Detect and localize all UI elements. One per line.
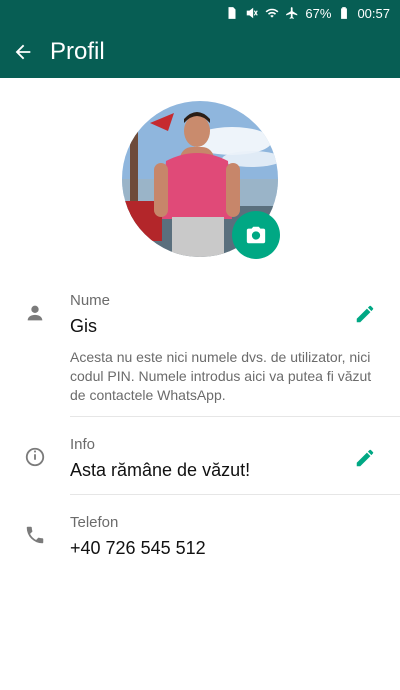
battery-percent: 67% (305, 5, 332, 21)
edit-name-button[interactable] (354, 303, 376, 325)
name-row[interactable]: Nume Gis Acesta nu este nici numele dvs.… (0, 292, 400, 416)
status-bar: 67% 00:57 (0, 0, 400, 26)
divider (70, 494, 400, 495)
sim-card-icon (225, 6, 239, 20)
camera-icon (246, 226, 266, 244)
info-row[interactable]: Info Asta rămâne de văzut! (0, 436, 400, 492)
person-icon (24, 302, 46, 324)
info-value: Asta rămâne de văzut! (70, 460, 251, 480)
info-icon (24, 446, 46, 468)
phone-icon (24, 524, 46, 546)
pencil-icon (356, 305, 374, 323)
wifi-icon (265, 6, 279, 20)
change-photo-button[interactable] (232, 211, 280, 259)
battery-icon (337, 6, 351, 20)
name-value: Gis (70, 316, 97, 336)
clock: 00:57 (357, 5, 390, 21)
profile-photo-area (122, 101, 280, 259)
phone-label: Telefon (70, 514, 119, 531)
name-hint: Acesta nu este nici numele dvs. de utili… (70, 349, 372, 403)
arrow-back-icon (15, 44, 31, 60)
name-label: Nume (70, 292, 111, 309)
phone-value: +40 726 545 512 (70, 538, 206, 558)
back-button[interactable] (0, 26, 46, 78)
phone-row: Telefon +40 726 545 512 (0, 514, 400, 570)
edit-info-button[interactable] (354, 447, 376, 469)
divider (70, 416, 400, 417)
pencil-icon (356, 449, 374, 467)
airplane-icon (285, 6, 299, 20)
app-bar: Profil (0, 26, 400, 78)
mute-icon (245, 6, 259, 20)
info-label: Info (70, 436, 96, 453)
page-title: Profil (50, 38, 105, 65)
